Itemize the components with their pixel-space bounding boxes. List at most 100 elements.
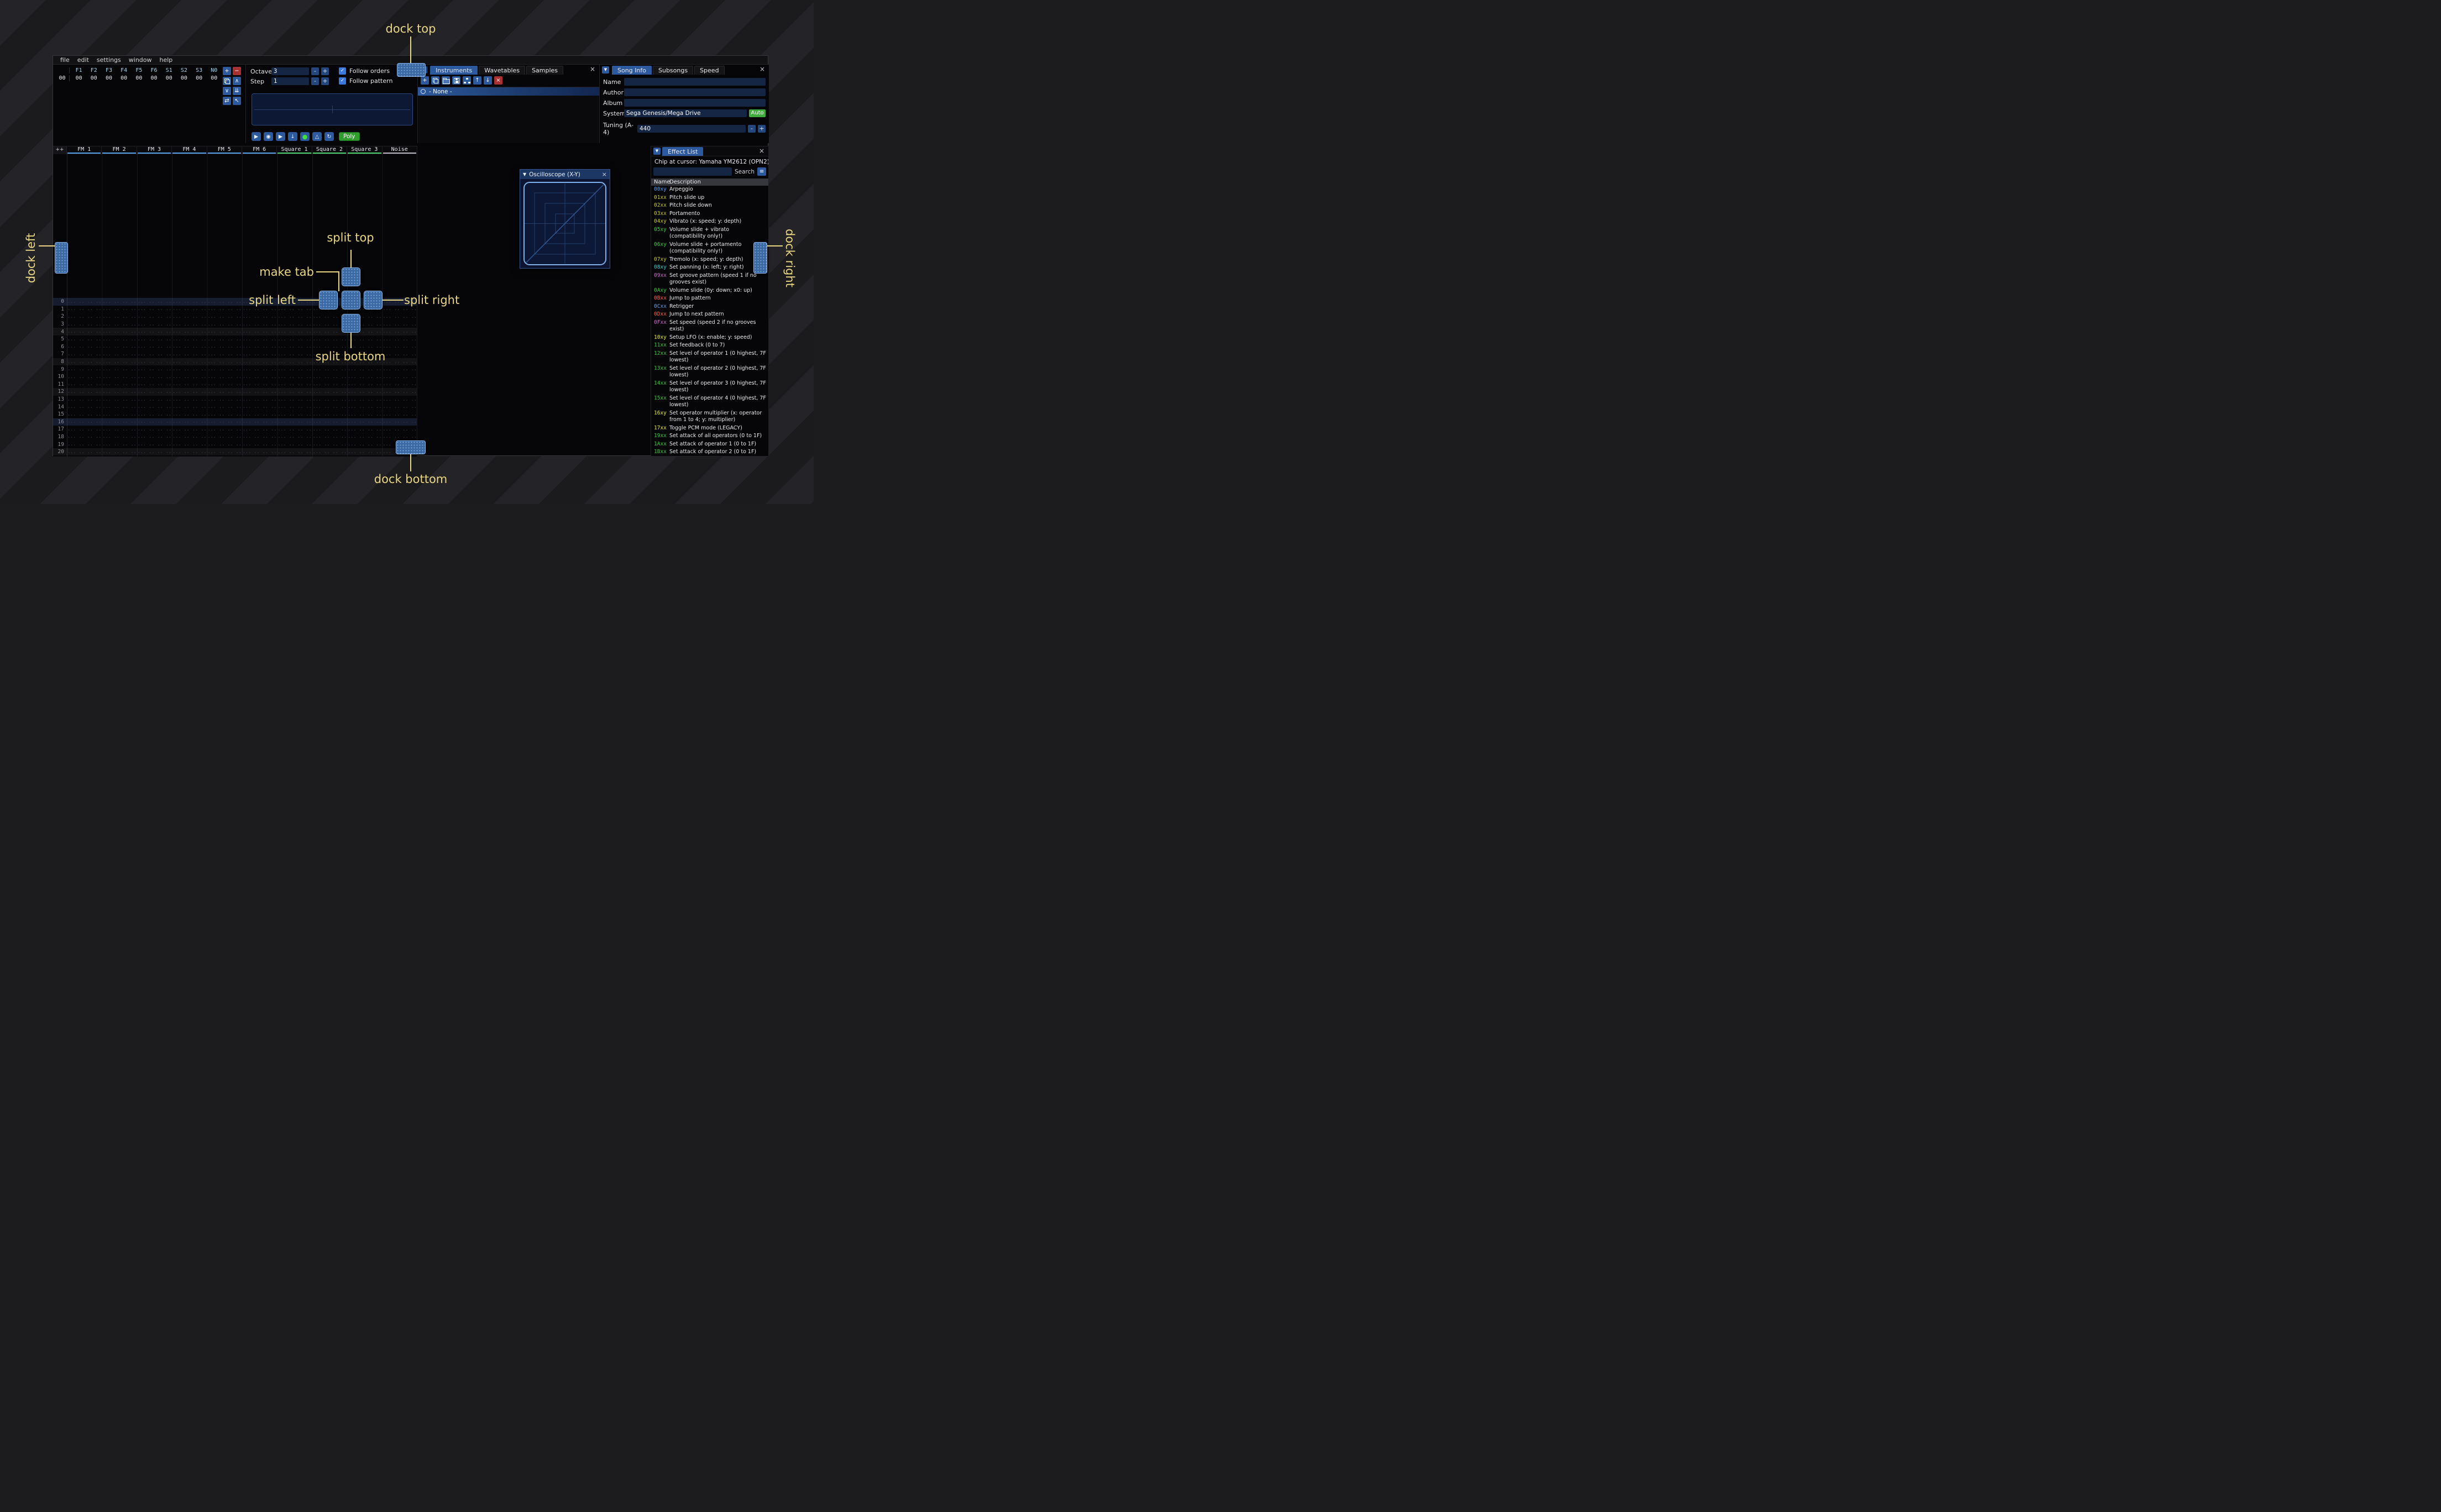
instrument-duplicate-button[interactable] bbox=[431, 76, 439, 85]
pattern-cell[interactable]: ... .. .. .. bbox=[102, 299, 137, 305]
pattern-cell[interactable]: ... .. .. .. bbox=[137, 351, 172, 357]
pattern-cell[interactable]: ... .. .. .. bbox=[312, 427, 347, 432]
channel-header-fm-4[interactable]: FM 4 bbox=[172, 146, 207, 154]
pattern-cell[interactable]: ... .. .. .. bbox=[277, 419, 312, 424]
pattern-cell[interactable]: ... .. .. .. bbox=[347, 344, 382, 349]
effect-row-01xx[interactable]: 01xx Pitch slide up bbox=[651, 194, 768, 202]
pattern-cell[interactable]: ... .. .. .. bbox=[277, 449, 312, 455]
pattern-cell[interactable]: ... .. .. .. bbox=[102, 344, 137, 349]
pattern-cell[interactable]: ... .. .. .. bbox=[312, 381, 347, 387]
order-edit-mode-button[interactable]: ↖ bbox=[233, 97, 241, 105]
pattern-cell[interactable]: ... .. .. .. bbox=[242, 359, 277, 365]
pattern-cell[interactable]: ... .. .. .. bbox=[172, 397, 207, 402]
pattern-cell[interactable]: ... .. .. .. bbox=[207, 442, 242, 447]
pattern-cell[interactable]: ... .. .. .. bbox=[347, 442, 382, 447]
follow-orders-checkbox[interactable]: ✓ bbox=[339, 67, 346, 75]
pattern-cell[interactable]: ... .. .. .. bbox=[312, 366, 347, 372]
pattern-cell[interactable]: ... .. .. .. bbox=[102, 329, 137, 334]
pattern-cell[interactable]: ... .. .. .. bbox=[102, 427, 137, 432]
pattern-cell[interactable]: ... .. .. .. bbox=[277, 306, 312, 312]
order-duplicate-button[interactable] bbox=[223, 77, 231, 85]
pattern-cell[interactable]: ... .. .. .. bbox=[172, 299, 207, 305]
pattern-cell[interactable]: ... .. .. .. bbox=[347, 404, 382, 410]
pattern-cell[interactable]: ... .. .. .. bbox=[347, 419, 382, 424]
pattern-cell[interactable]: ... .. .. .. bbox=[242, 314, 277, 319]
menu-item-edit[interactable]: edit bbox=[74, 56, 93, 64]
tab-wavetables[interactable]: Wavetables bbox=[479, 66, 526, 75]
pattern-cell[interactable]: ... .. .. .. bbox=[312, 389, 347, 395]
pattern-cell[interactable]: ... .. .. .. bbox=[242, 389, 277, 395]
pattern-cell[interactable]: ... .. .. .. bbox=[67, 366, 102, 372]
close-icon[interactable]: × bbox=[758, 148, 766, 155]
pattern-cell[interactable]: ... .. .. .. bbox=[347, 449, 382, 455]
pattern-cell[interactable]: ... .. .. .. bbox=[67, 434, 102, 439]
split-left-zone[interactable] bbox=[319, 291, 338, 309]
auto-tuning-button[interactable]: Auto bbox=[749, 109, 766, 117]
pattern-cell[interactable]: ... .. .. .. bbox=[242, 419, 277, 424]
channel-header-square-1[interactable]: Square 1 bbox=[277, 146, 312, 154]
pattern-cell[interactable]: ... .. .. .. bbox=[383, 412, 417, 417]
instrument-move-down-button[interactable]: ↓ bbox=[484, 76, 492, 85]
effect-row-1Axx[interactable]: 1Axx Set attack of operator 1 (0 to 1F) bbox=[651, 440, 768, 449]
pattern-cell[interactable]: ... .. .. .. bbox=[207, 419, 242, 424]
order-value-cell[interactable]: 00 bbox=[146, 75, 161, 81]
pattern-cell[interactable]: ... .. .. .. bbox=[383, 329, 417, 334]
pattern-cell[interactable]: ... .. .. .. bbox=[102, 374, 137, 380]
menu-item-window[interactable]: window bbox=[125, 56, 156, 64]
pattern-cell[interactable]: ... .. .. .. bbox=[242, 442, 277, 447]
pattern-cell[interactable]: ... .. .. .. bbox=[242, 351, 277, 357]
collapse-icon[interactable]: ▼ bbox=[602, 66, 609, 74]
pattern-cell[interactable]: ... .. .. .. bbox=[207, 344, 242, 349]
instrument-open-button[interactable] bbox=[442, 76, 450, 85]
channel-header-square-3[interactable]: Square 3 bbox=[347, 146, 383, 154]
pattern-cell[interactable]: ... .. .. .. bbox=[242, 427, 277, 432]
pattern-cell[interactable]: ... .. .. .. bbox=[207, 389, 242, 395]
pattern-cell[interactable]: ... .. .. .. bbox=[347, 337, 382, 342]
instrument-delete-button[interactable]: × bbox=[494, 76, 502, 85]
tuning-increase-button[interactable]: + bbox=[758, 125, 766, 133]
pattern-cell[interactable]: ... .. .. .. bbox=[383, 351, 417, 357]
pattern-cell[interactable]: ... .. .. .. bbox=[277, 389, 312, 395]
order-value-cell[interactable]: 00 bbox=[117, 75, 132, 81]
channel-header-fm-3[interactable]: FM 3 bbox=[137, 146, 172, 154]
pattern-cell[interactable]: ... .. .. .. bbox=[137, 322, 172, 327]
pattern-cell[interactable]: ... .. .. .. bbox=[347, 412, 382, 417]
pattern-cell[interactable]: ... .. .. .. bbox=[67, 344, 102, 349]
pattern-cell[interactable]: ... .. .. .. bbox=[137, 389, 172, 395]
pattern-cell[interactable]: ... .. .. .. bbox=[102, 434, 137, 439]
close-icon[interactable]: × bbox=[589, 66, 596, 74]
pattern-cell[interactable]: ... .. .. .. bbox=[137, 442, 172, 447]
pattern-cell[interactable]: ... .. .. .. bbox=[102, 322, 137, 327]
pattern-cell[interactable]: ... .. .. .. bbox=[67, 374, 102, 380]
pattern-cell[interactable]: ... .. .. .. bbox=[242, 329, 277, 334]
instrument-organize-button[interactable] bbox=[463, 76, 471, 85]
channel-header-fm-1[interactable]: FM 1 bbox=[67, 146, 102, 154]
pattern-cell[interactable]: ... .. .. .. bbox=[242, 322, 277, 327]
pattern-cell[interactable]: ... .. .. .. bbox=[172, 359, 207, 365]
step-decrease-button[interactable]: - bbox=[311, 77, 319, 85]
pattern-cell[interactable]: ... .. .. .. bbox=[207, 322, 242, 327]
pattern-cell[interactable]: ... .. .. .. bbox=[242, 366, 277, 372]
pattern-cell[interactable]: ... .. .. .. bbox=[137, 299, 172, 305]
dock-left-zone[interactable] bbox=[55, 242, 68, 274]
pattern-cell[interactable]: ... .. .. .. bbox=[383, 322, 417, 327]
play-button[interactable]: ▶ bbox=[252, 132, 261, 141]
pattern-cell[interactable]: ... .. .. .. bbox=[242, 434, 277, 439]
menu-item-settings[interactable]: settings bbox=[93, 56, 125, 64]
pattern-cell[interactable]: ... .. .. .. bbox=[172, 366, 207, 372]
pattern-cell[interactable]: ... .. .. .. bbox=[312, 397, 347, 402]
pattern-cell[interactable]: ... .. .. .. bbox=[67, 322, 102, 327]
effect-row-0Fxx[interactable]: 0Fxx Set speed (speed 2 if no grooves exi… bbox=[651, 319, 768, 334]
pattern-cell[interactable]: ... .. .. .. bbox=[277, 322, 312, 327]
pattern-cell[interactable]: ... .. .. .. bbox=[67, 427, 102, 432]
dock-bottom-zone[interactable] bbox=[396, 440, 426, 454]
order-value-cell[interactable]: 00 bbox=[101, 75, 116, 81]
order-add-button[interactable]: + bbox=[223, 67, 231, 75]
effect-row-0Dxx[interactable]: 0Dxx Jump to next pattern bbox=[651, 311, 768, 319]
effect-row-12xx[interactable]: 12xx Set level of operator 1 (0 highest, … bbox=[651, 350, 768, 365]
split-top-zone[interactable] bbox=[342, 267, 360, 286]
pattern-cell[interactable]: ... .. .. .. bbox=[383, 337, 417, 342]
pattern-cell[interactable]: ... .. .. .. bbox=[207, 434, 242, 439]
record-button[interactable]: ● bbox=[300, 132, 310, 141]
pattern-cell[interactable]: ... .. .. .. bbox=[383, 434, 417, 439]
